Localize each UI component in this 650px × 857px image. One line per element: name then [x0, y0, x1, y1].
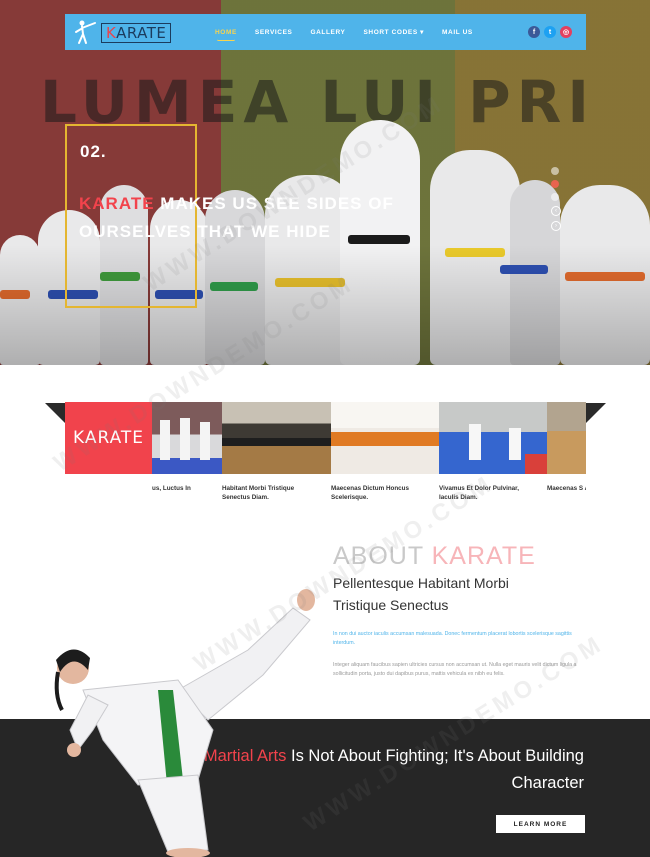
- logo-text: KARATE: [101, 23, 172, 43]
- nav-mail-us[interactable]: Mail Us: [442, 29, 473, 36]
- facebook-icon[interactable]: f: [528, 26, 540, 38]
- gallery-thumb[interactable]: [152, 402, 222, 474]
- gallery-caption: Habitant Morbi Tristique Senectus Diam.: [222, 485, 295, 501]
- gallery-caption: us, Luctus In: [152, 485, 191, 492]
- gallery-strip: [152, 402, 586, 474]
- top-navbar: KARATE Home Services Gallery Short Codes…: [65, 14, 586, 50]
- about-paragraph-highlight: In non dui auctor iaculis accumsan males…: [333, 631, 572, 646]
- about-subtitle: Pellentesque Habitant Morbi Tristique Se…: [333, 575, 509, 613]
- slider-pagination: ‹ ›: [551, 167, 561, 231]
- gallery-thumb[interactable]: [222, 402, 331, 474]
- gallery-caption: Vivamus Et Dolor Pulvinar, Iaculis Diam.: [439, 485, 520, 501]
- slider-prev-icon[interactable]: ‹: [551, 206, 561, 216]
- nav-gallery[interactable]: Gallery: [310, 29, 345, 36]
- gallery-label: KARATE: [65, 402, 152, 474]
- nav-short-codes[interactable]: Short Codes ▾: [363, 28, 424, 36]
- ribbon-fold-left: [45, 403, 65, 423]
- about-title: About Karate: [333, 542, 536, 570]
- slider-dot[interactable]: [551, 167, 559, 175]
- karate-kicker-image: [54, 589, 315, 857]
- nav-services[interactable]: Services: [255, 29, 293, 36]
- instagram-icon[interactable]: ◎: [560, 26, 572, 38]
- gallery-caption: Maecenas Dictum Honcus Scelerisque.: [331, 485, 410, 501]
- nav-home[interactable]: Home: [215, 29, 237, 41]
- main-menu: Home Services Gallery Short Codes ▾ Mail…: [215, 14, 491, 50]
- ribbon-fold-right: [586, 403, 606, 423]
- gallery-thumb[interactable]: [547, 402, 586, 474]
- gallery-thumb[interactable]: [331, 402, 439, 474]
- slide-title: Karate makes us see sides of ourselves t…: [79, 194, 394, 241]
- about-paragraph: Integer aliquam faucibus sapien ultricie…: [333, 662, 577, 677]
- twitter-icon[interactable]: t: [544, 26, 556, 38]
- karate-kick-icon: [75, 20, 96, 44]
- gallery-thumb[interactable]: [439, 402, 547, 474]
- gallery-caption: Maecenas S Accumsan F: [547, 485, 586, 492]
- slider-next-icon[interactable]: ›: [551, 221, 561, 231]
- slider-dot[interactable]: [551, 193, 559, 201]
- learn-more-button[interactable]: Learn More: [496, 815, 585, 833]
- slider-dot-active[interactable]: [551, 180, 559, 188]
- social-links: f t ◎: [528, 26, 572, 38]
- slide-number: 02.: [80, 142, 107, 161]
- site-logo[interactable]: KARATE: [73, 19, 172, 45]
